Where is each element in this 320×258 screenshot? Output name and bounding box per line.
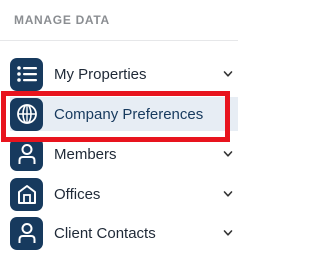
sidebar-item-my-properties[interactable]: My Properties	[10, 57, 238, 91]
person-icon	[10, 137, 43, 171]
sidebar-item-label: My Properties	[54, 65, 147, 83]
sidebar-item-members[interactable]: Members	[10, 137, 238, 171]
person-icon	[10, 216, 43, 250]
list-icon	[10, 57, 43, 91]
sidebar-item-label: Offices	[54, 185, 101, 203]
chevron-down-icon	[223, 230, 233, 236]
sidebar-item-label: Members	[54, 145, 117, 163]
sidebar-item-company-preferences[interactable]: Company Preferences	[10, 97, 238, 131]
sidebar-item-offices[interactable]: Offices	[10, 177, 238, 211]
chevron-down-icon	[223, 151, 233, 157]
section-divider	[0, 40, 238, 41]
section-title: MANAGE DATA	[14, 13, 110, 27]
sidebar-item-client-contacts[interactable]: Client Contacts	[10, 216, 238, 250]
globe-icon	[10, 97, 43, 131]
building-icon	[10, 177, 43, 211]
chevron-down-icon	[223, 191, 233, 197]
sidebar-item-label: Company Preferences	[54, 105, 204, 123]
sidebar-item-label: Client Contacts	[54, 224, 156, 242]
chevron-down-icon	[223, 71, 233, 77]
